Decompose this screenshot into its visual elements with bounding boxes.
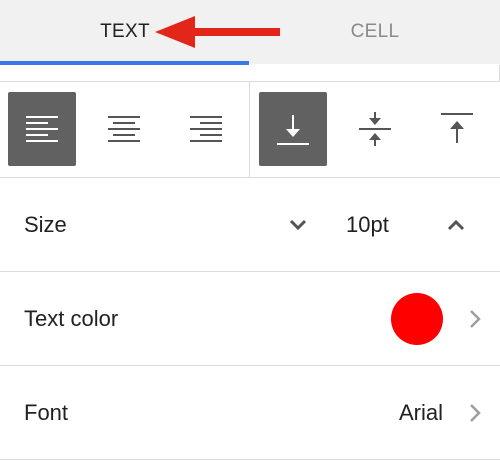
size-value: 10pt [346, 211, 389, 237]
font-label: Font [24, 399, 69, 425]
align-bottom-icon [277, 115, 309, 145]
text-color-swatch[interactable] [391, 293, 443, 345]
text-color-label: Text color [24, 305, 119, 331]
align-middle-icon [359, 112, 391, 146]
chevron-right-icon [466, 400, 484, 426]
size-row: Size 10pt [0, 178, 500, 272]
alignment-divider [249, 82, 250, 177]
size-label: Size [24, 211, 67, 237]
alignment-toolbar [0, 82, 500, 178]
chevron-down-icon [289, 219, 307, 231]
chevron-up-icon [447, 219, 465, 231]
align-middle-button[interactable] [341, 92, 409, 166]
size-decrease-button[interactable] [282, 210, 314, 240]
annotation-arrow-icon [155, 16, 280, 48]
size-increase-button[interactable] [440, 210, 472, 240]
font-value: Arial [398, 399, 443, 425]
align-center-icon [108, 116, 140, 142]
tab-cell-label: CELL [350, 21, 400, 42]
align-right-icon [190, 116, 222, 142]
tab-cell[interactable]: CELL [250, 0, 500, 64]
align-right-button[interactable] [172, 92, 240, 166]
align-left-button[interactable] [8, 92, 76, 166]
font-row[interactable]: Font Arial [0, 366, 500, 460]
text-color-row[interactable]: Text color [0, 272, 500, 366]
align-bottom-button[interactable] [259, 92, 327, 166]
tab-separator [0, 65, 500, 82]
align-top-icon [441, 113, 473, 143]
chevron-right-icon [466, 306, 484, 332]
align-top-button[interactable] [423, 92, 491, 166]
tab-text-label: TEXT [100, 21, 150, 42]
align-center-button[interactable] [90, 92, 158, 166]
tab-bar: TEXT CELL [0, 0, 500, 65]
align-left-icon [26, 116, 58, 142]
